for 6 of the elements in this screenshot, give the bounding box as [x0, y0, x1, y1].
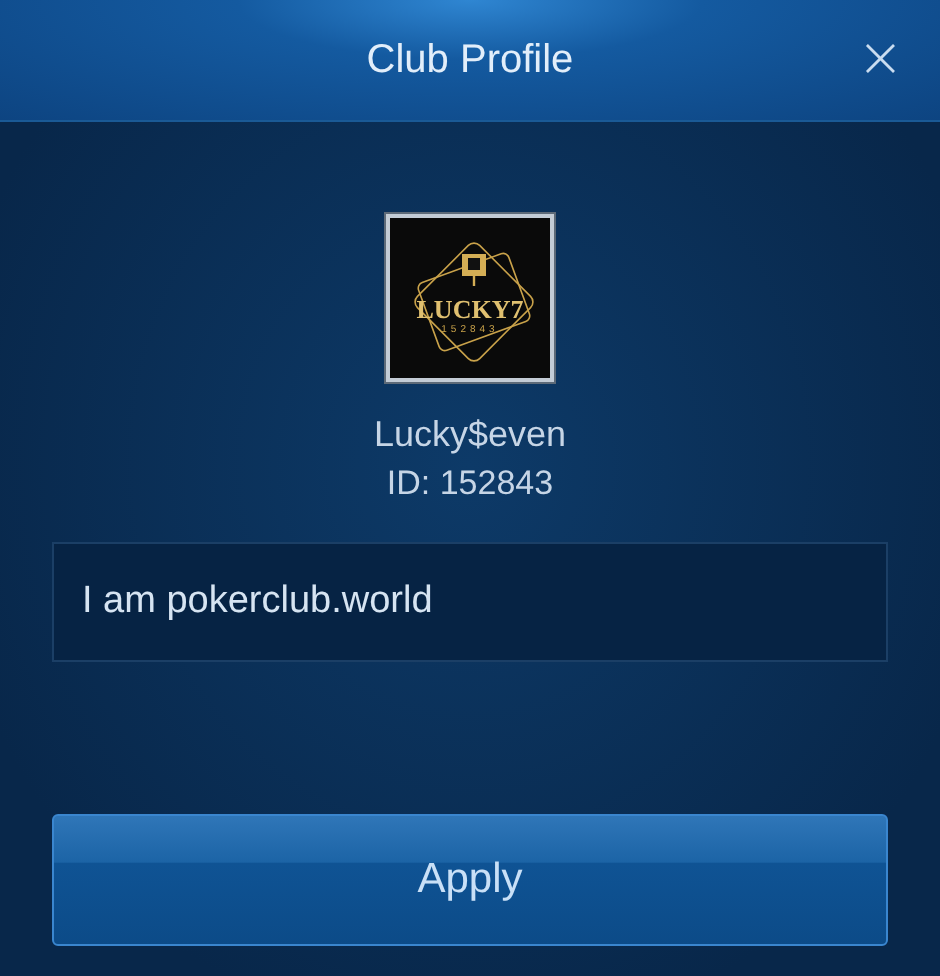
description-field[interactable]: I am pokerclub.world [52, 542, 888, 662]
club-name: Lucky$even [373, 414, 567, 456]
club-id: ID: 152843 [386, 464, 554, 504]
window-title: Club Profile [366, 37, 574, 83]
close-button[interactable]: × [857, 28, 904, 88]
apply-button[interactable]: Apply [52, 814, 888, 946]
